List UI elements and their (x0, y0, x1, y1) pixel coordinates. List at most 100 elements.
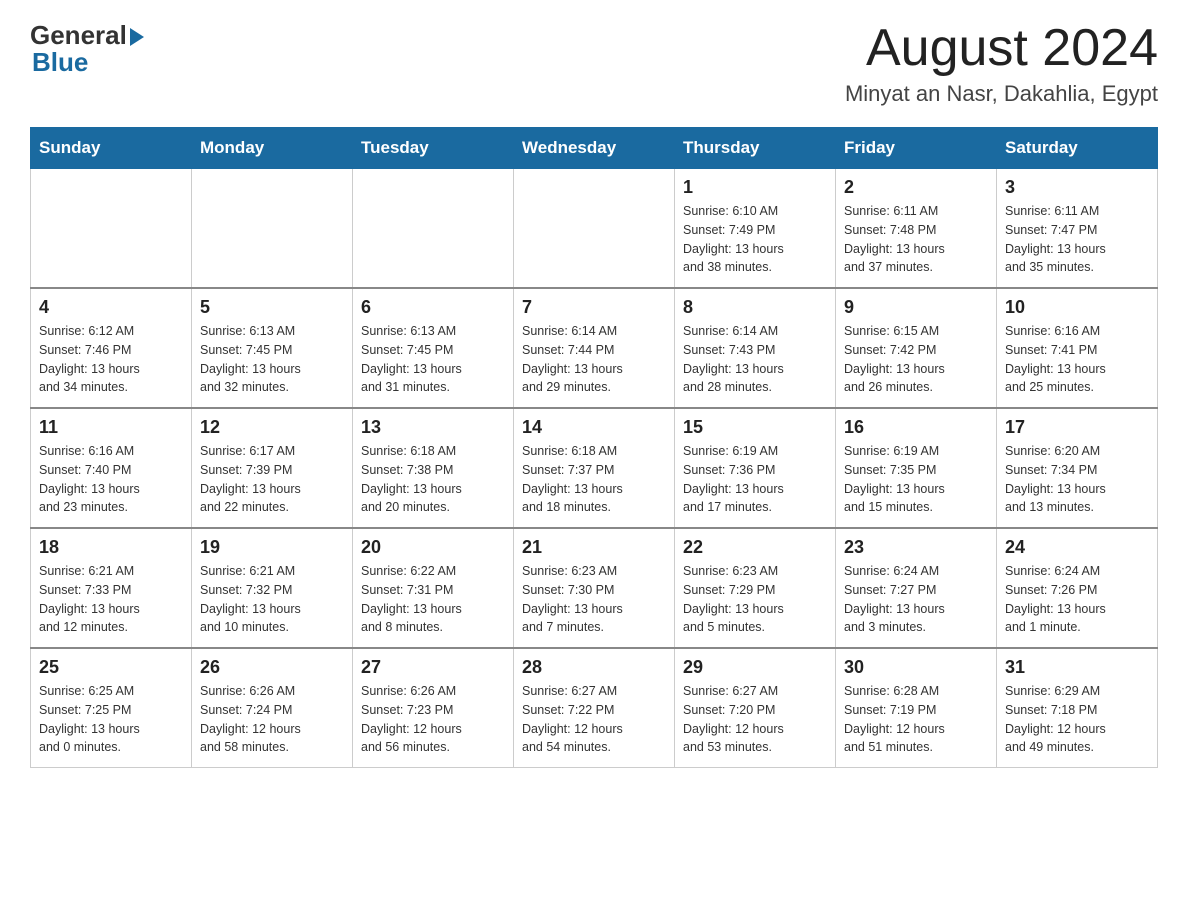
table-row: 17 Sunrise: 6:20 AM Sunset: 7:34 PM Dayli… (997, 408, 1158, 528)
table-row: 4 Sunrise: 6:12 AM Sunset: 7:46 PM Daylig… (31, 288, 192, 408)
table-row: 11 Sunrise: 6:16 AM Sunset: 7:40 PM Dayli… (31, 408, 192, 528)
col-thursday: Thursday (675, 128, 836, 169)
table-row: 13Sunrise: 6:18 AM Sunset: 7:38 PM Dayli… (353, 408, 514, 528)
table-row: 21 Sunrise: 6:23 AM Sunset: 7:30 PM Dayli… (514, 528, 675, 648)
table-row: 6 Sunrise: 6:13 AM Sunset: 7:45 PM Daylig… (353, 288, 514, 408)
day-number: 10 (1005, 297, 1149, 318)
day-info: Sunrise: 6:23 AM Sunset: 7:30 PM Dayligh… (522, 562, 666, 637)
calendar-week-row: 25 Sunrise: 6:25 AM Sunset: 7:25 PM Dayli… (31, 648, 1158, 768)
day-number: 24 (1005, 537, 1149, 558)
day-info: Sunrise: 6:11 AM Sunset: 7:48 PM Dayligh… (844, 202, 988, 277)
table-row: 24 Sunrise: 6:24 AM Sunset: 7:26 PM Dayli… (997, 528, 1158, 648)
calendar-table: Sunday Monday Tuesday Wednesday Thursday… (30, 127, 1158, 768)
table-row: 31Sunrise: 6:29 AM Sunset: 7:18 PM Dayli… (997, 648, 1158, 768)
table-row: 7Sunrise: 6:14 AM Sunset: 7:44 PM Daylig… (514, 288, 675, 408)
table-row: 9Sunrise: 6:15 AM Sunset: 7:42 PM Daylig… (836, 288, 997, 408)
day-number: 15 (683, 417, 827, 438)
col-saturday: Saturday (997, 128, 1158, 169)
day-number: 4 (39, 297, 183, 318)
calendar-week-row: 1 Sunrise: 6:10 AM Sunset: 7:49 PM Daylig… (31, 169, 1158, 289)
page-header: General Blue August 2024 Minyat an Nasr,… (30, 20, 1158, 107)
day-number: 2 (844, 177, 988, 198)
day-info: Sunrise: 6:13 AM Sunset: 7:45 PM Dayligh… (200, 322, 344, 397)
col-tuesday: Tuesday (353, 128, 514, 169)
col-monday: Monday (192, 128, 353, 169)
table-row (514, 169, 675, 289)
day-number: 8 (683, 297, 827, 318)
day-info: Sunrise: 6:22 AM Sunset: 7:31 PM Dayligh… (361, 562, 505, 637)
day-info: Sunrise: 6:19 AM Sunset: 7:36 PM Dayligh… (683, 442, 827, 517)
day-number: 21 (522, 537, 666, 558)
table-row: 16Sunrise: 6:19 AM Sunset: 7:35 PM Dayli… (836, 408, 997, 528)
table-row: 20 Sunrise: 6:22 AM Sunset: 7:31 PM Dayli… (353, 528, 514, 648)
title-area: August 2024 Minyat an Nasr, Dakahlia, Eg… (845, 20, 1158, 107)
day-info: Sunrise: 6:21 AM Sunset: 7:32 PM Dayligh… (200, 562, 344, 637)
calendar-week-row: 11 Sunrise: 6:16 AM Sunset: 7:40 PM Dayli… (31, 408, 1158, 528)
calendar-week-row: 4 Sunrise: 6:12 AM Sunset: 7:46 PM Daylig… (31, 288, 1158, 408)
day-number: 29 (683, 657, 827, 678)
logo-blue-text: Blue (30, 47, 88, 78)
day-number: 5 (200, 297, 344, 318)
col-wednesday: Wednesday (514, 128, 675, 169)
day-number: 27 (361, 657, 505, 678)
table-row (192, 169, 353, 289)
day-info: Sunrise: 6:15 AM Sunset: 7:42 PM Dayligh… (844, 322, 988, 397)
day-number: 23 (844, 537, 988, 558)
table-row: 15 Sunrise: 6:19 AM Sunset: 7:36 PM Dayli… (675, 408, 836, 528)
day-number: 18 (39, 537, 183, 558)
day-number: 22 (683, 537, 827, 558)
logo: General Blue (30, 20, 144, 78)
logo-arrow-icon (130, 28, 144, 46)
day-info: Sunrise: 6:20 AM Sunset: 7:34 PM Dayligh… (1005, 442, 1149, 517)
table-row: 8Sunrise: 6:14 AM Sunset: 7:43 PM Daylig… (675, 288, 836, 408)
calendar-week-row: 18 Sunrise: 6:21 AM Sunset: 7:33 PM Dayli… (31, 528, 1158, 648)
day-number: 3 (1005, 177, 1149, 198)
day-info: Sunrise: 6:16 AM Sunset: 7:41 PM Dayligh… (1005, 322, 1149, 397)
day-number: 17 (1005, 417, 1149, 438)
table-row: 27Sunrise: 6:26 AM Sunset: 7:23 PM Dayli… (353, 648, 514, 768)
day-info: Sunrise: 6:12 AM Sunset: 7:46 PM Dayligh… (39, 322, 183, 397)
day-info: Sunrise: 6:19 AM Sunset: 7:35 PM Dayligh… (844, 442, 988, 517)
day-info: Sunrise: 6:24 AM Sunset: 7:26 PM Dayligh… (1005, 562, 1149, 637)
table-row: 23Sunrise: 6:24 AM Sunset: 7:27 PM Dayli… (836, 528, 997, 648)
day-number: 6 (361, 297, 505, 318)
day-info: Sunrise: 6:16 AM Sunset: 7:40 PM Dayligh… (39, 442, 183, 517)
day-info: Sunrise: 6:14 AM Sunset: 7:44 PM Dayligh… (522, 322, 666, 397)
day-number: 12 (200, 417, 344, 438)
day-number: 30 (844, 657, 988, 678)
day-info: Sunrise: 6:18 AM Sunset: 7:37 PM Dayligh… (522, 442, 666, 517)
day-info: Sunrise: 6:21 AM Sunset: 7:33 PM Dayligh… (39, 562, 183, 637)
day-number: 1 (683, 177, 827, 198)
table-row: 18 Sunrise: 6:21 AM Sunset: 7:33 PM Dayli… (31, 528, 192, 648)
day-info: Sunrise: 6:25 AM Sunset: 7:25 PM Dayligh… (39, 682, 183, 757)
col-friday: Friday (836, 128, 997, 169)
day-number: 28 (522, 657, 666, 678)
table-row (353, 169, 514, 289)
day-number: 19 (200, 537, 344, 558)
day-info: Sunrise: 6:10 AM Sunset: 7:49 PM Dayligh… (683, 202, 827, 277)
table-row: 3Sunrise: 6:11 AM Sunset: 7:47 PM Daylig… (997, 169, 1158, 289)
day-number: 11 (39, 417, 183, 438)
day-info: Sunrise: 6:13 AM Sunset: 7:45 PM Dayligh… (361, 322, 505, 397)
table-row: 2 Sunrise: 6:11 AM Sunset: 7:48 PM Daylig… (836, 169, 997, 289)
day-number: 14 (522, 417, 666, 438)
day-number: 25 (39, 657, 183, 678)
location-title: Minyat an Nasr, Dakahlia, Egypt (845, 81, 1158, 107)
table-row: 12 Sunrise: 6:17 AM Sunset: 7:39 PM Dayli… (192, 408, 353, 528)
table-row: 5 Sunrise: 6:13 AM Sunset: 7:45 PM Daylig… (192, 288, 353, 408)
table-row: 28 Sunrise: 6:27 AM Sunset: 7:22 PM Dayli… (514, 648, 675, 768)
day-info: Sunrise: 6:17 AM Sunset: 7:39 PM Dayligh… (200, 442, 344, 517)
day-info: Sunrise: 6:27 AM Sunset: 7:22 PM Dayligh… (522, 682, 666, 757)
table-row: 29 Sunrise: 6:27 AM Sunset: 7:20 PM Dayli… (675, 648, 836, 768)
day-number: 31 (1005, 657, 1149, 678)
day-number: 26 (200, 657, 344, 678)
day-info: Sunrise: 6:23 AM Sunset: 7:29 PM Dayligh… (683, 562, 827, 637)
table-row: 30Sunrise: 6:28 AM Sunset: 7:19 PM Dayli… (836, 648, 997, 768)
table-row: 26 Sunrise: 6:26 AM Sunset: 7:24 PM Dayli… (192, 648, 353, 768)
day-number: 20 (361, 537, 505, 558)
table-row: 25 Sunrise: 6:25 AM Sunset: 7:25 PM Dayli… (31, 648, 192, 768)
day-info: Sunrise: 6:27 AM Sunset: 7:20 PM Dayligh… (683, 682, 827, 757)
day-info: Sunrise: 6:26 AM Sunset: 7:24 PM Dayligh… (200, 682, 344, 757)
table-row: 22 Sunrise: 6:23 AM Sunset: 7:29 PM Dayli… (675, 528, 836, 648)
calendar-header-row: Sunday Monday Tuesday Wednesday Thursday… (31, 128, 1158, 169)
